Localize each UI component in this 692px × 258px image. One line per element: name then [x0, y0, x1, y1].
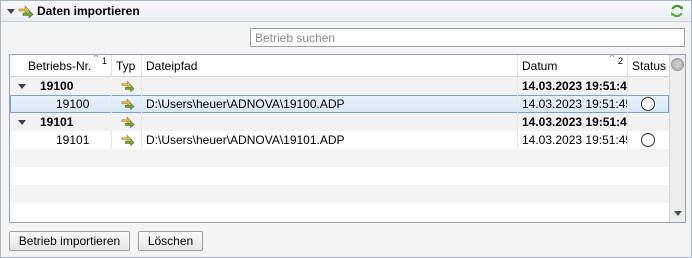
column-header-betriebs-nr[interactable]: Betriebs-Nr. ^ 1 — [10, 55, 112, 77]
import-arrows-icon — [18, 5, 34, 18]
dateipfad-cell — [142, 77, 518, 95]
empty-row — [10, 149, 669, 167]
import-arrows-icon — [121, 134, 135, 146]
group-datum: 14.03.2023 19:51:49 — [518, 77, 628, 95]
column-label-status: Status — [632, 59, 667, 73]
import-button[interactable]: Betrieb importieren — [9, 231, 130, 251]
empty-row — [10, 185, 669, 203]
table-header: Betriebs-Nr. ^ 1 Typ Dateipfad Datum ^ 2… — [10, 55, 669, 77]
import-panel: Daten importieren Betriebs-Nr. ^ 1 Typ D… — [0, 0, 692, 258]
group-betrieb: 19101 — [40, 115, 74, 129]
delete-button[interactable]: Löschen — [138, 231, 203, 251]
column-label-dateipfad: Dateipfad — [146, 59, 198, 73]
betrieb-cell: 19100 — [10, 95, 112, 113]
import-arrows-icon — [121, 80, 135, 92]
search-input[interactable] — [250, 28, 685, 47]
panel-titlebar: Daten importieren — [1, 1, 691, 22]
datum-cell: 14.03.2023 19:51:45 — [518, 95, 628, 113]
status-cell — [628, 77, 669, 95]
scroll-down-arrow-icon[interactable] — [674, 211, 682, 216]
dateipfad-cell: D:\Users\heuer\ADNOVA\19100.ADP — [142, 95, 518, 113]
group-row[interactable]: 19101 14.03.2023 19:51:49 — [10, 113, 669, 131]
typ-cell — [112, 77, 142, 95]
empty-row — [10, 203, 669, 221]
datum-cell: 14.03.2023 19:51:45 — [518, 131, 628, 149]
column-label-typ: Typ — [116, 59, 136, 73]
column-header-datum[interactable]: Datum ^ 2 — [518, 55, 628, 77]
dateipfad-cell — [142, 113, 518, 131]
column-label-datum: Datum — [522, 59, 558, 73]
panel-title: Daten importieren — [37, 4, 140, 18]
betriebe-table: Betriebs-Nr. ^ 1 Typ Dateipfad Datum ^ 2… — [9, 54, 686, 223]
import-arrows-icon — [121, 116, 135, 128]
column-label-betriebs-nr: Betriebs-Nr. — [28, 59, 92, 73]
typ-cell — [112, 113, 142, 131]
status-radio-icon[interactable] — [641, 97, 655, 111]
refresh-icon[interactable] — [669, 3, 685, 19]
status-cell — [628, 95, 669, 113]
group-row[interactable]: 19100 14.03.2023 19:51:49 — [10, 77, 669, 95]
table-row[interactable]: 19101 D:\Users\heuer\ADNOVA\19101.ADP 14… — [10, 131, 669, 149]
column-header-status[interactable]: Status — [628, 55, 669, 77]
status-cell — [628, 113, 669, 131]
sort-order-betriebs-nr: 1 — [102, 56, 108, 66]
vertical-scrollbar[interactable] — [669, 55, 685, 222]
betrieb-cell: 19101 — [10, 131, 112, 149]
group-datum: 14.03.2023 19:51:49 — [518, 113, 628, 131]
group-betrieb: 19100 — [40, 79, 74, 93]
import-arrows-icon — [121, 98, 135, 110]
column-header-typ[interactable]: Typ — [112, 55, 142, 77]
column-chooser-icon[interactable] — [671, 58, 684, 71]
column-header-dateipfad[interactable]: Dateipfad — [142, 55, 518, 77]
empty-row — [10, 167, 669, 185]
dateipfad-cell: D:\Users\heuer\ADNOVA\19101.ADP — [142, 131, 518, 149]
sort-caret-icon: ^ — [94, 54, 99, 62]
status-cell — [628, 131, 669, 149]
sort-caret-icon: ^ — [610, 54, 615, 62]
sort-order-datum: 2 — [618, 56, 624, 66]
typ-cell — [112, 95, 142, 113]
status-radio-icon[interactable] — [641, 133, 655, 147]
table-row[interactable]: 19100 D:\Users\heuer\ADNOVA\19100.ADP 14… — [10, 95, 669, 113]
collapse-arrow-icon[interactable] — [7, 9, 15, 14]
typ-cell — [112, 131, 142, 149]
